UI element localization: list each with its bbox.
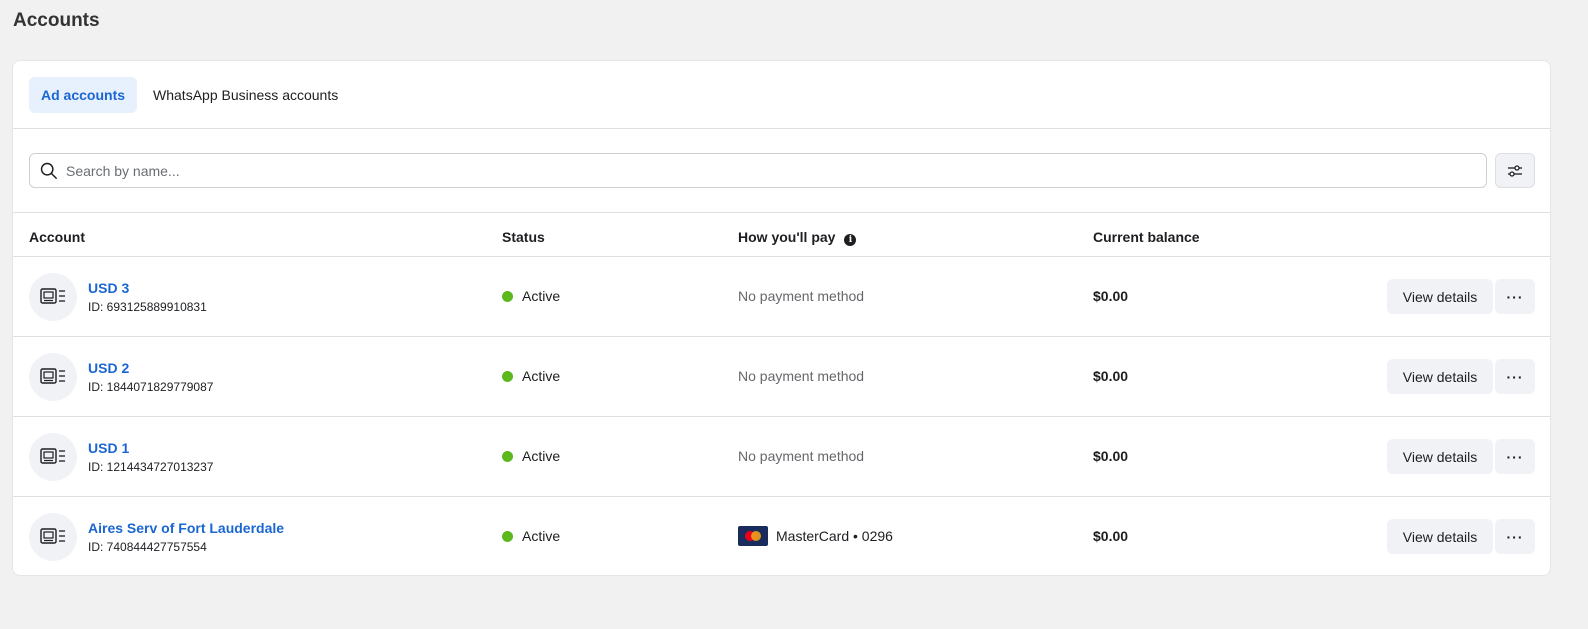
column-header-account: Account: [29, 229, 85, 245]
status-badge: Active: [502, 528, 560, 544]
status-label: Active: [522, 368, 561, 384]
account-id: ID: 740844427757554: [88, 540, 207, 554]
status-label: Active: [522, 288, 561, 304]
avatar: [29, 433, 77, 481]
page-title: Accounts: [13, 10, 100, 31]
more-options-button[interactable]: ···: [1495, 279, 1535, 314]
status-badge: Active: [502, 448, 560, 464]
table-row: USD 2 ID: 1844071829779087 Active No pay…: [13, 337, 1550, 417]
account-name-link[interactable]: USD 3: [88, 280, 129, 296]
avatar: [29, 273, 77, 321]
ad-account-icon: [40, 368, 65, 384]
filter-button[interactable]: [1495, 153, 1535, 188]
account-id: ID: 1844071829779087: [88, 380, 214, 394]
info-icon[interactable]: i: [844, 234, 857, 246]
search-icon: [40, 162, 57, 179]
current-balance: $0.00: [1093, 368, 1129, 384]
status-label: Active: [522, 448, 561, 464]
filter-sliders-icon: [1508, 164, 1522, 177]
table-row: USD 1 ID: 1214434727013237 Active No pay…: [13, 417, 1550, 497]
more-horizontal-icon: ···: [1506, 528, 1524, 545]
table-row: Aires Serv of Fort Lauderdale ID: 740844…: [13, 497, 1550, 577]
account-id: ID: 693125889910831: [88, 300, 207, 314]
account-name-link[interactable]: Aires Serv of Fort Lauderdale: [88, 520, 284, 536]
avatar: [29, 513, 77, 561]
status-dot: [502, 290, 513, 302]
tab-whatsapp-business-accounts[interactable]: WhatsApp Business accounts: [141, 77, 350, 113]
status-label: Active: [522, 528, 561, 544]
ad-account-icon: [40, 448, 65, 464]
more-horizontal-icon: ···: [1506, 448, 1524, 465]
search-row: [13, 129, 1550, 213]
current-balance: $0.00: [1093, 448, 1129, 464]
account-name-link[interactable]: USD 1: [88, 440, 129, 456]
column-header-pay: How you'll pay i: [738, 229, 857, 246]
column-header-status: Status: [502, 229, 545, 245]
more-options-button[interactable]: ···: [1495, 359, 1535, 394]
search-input[interactable]: [66, 162, 1486, 179]
status-dot: [502, 450, 513, 462]
more-horizontal-icon: ···: [1506, 288, 1524, 305]
payment-method: No payment method: [738, 368, 865, 384]
status-dot: [502, 370, 513, 382]
mastercard-icon: [738, 526, 768, 546]
account-name-link[interactable]: USD 2: [88, 360, 129, 376]
view-details-button[interactable]: View details: [1387, 439, 1493, 474]
status-dot: [502, 530, 513, 542]
ad-account-icon: [40, 288, 65, 304]
current-balance: $0.00: [1093, 288, 1129, 304]
more-horizontal-icon: ···: [1506, 368, 1524, 385]
view-details-button[interactable]: View details: [1387, 519, 1493, 554]
accounts-card: Ad accounts WhatsApp Business accounts A…: [12, 60, 1551, 576]
payment-method: MasterCard • 0296: [738, 526, 893, 546]
status-badge: Active: [502, 368, 560, 384]
status-badge: Active: [502, 288, 560, 304]
payment-method: No payment method: [738, 448, 865, 464]
column-header-pay-label: How you'll pay: [738, 229, 836, 245]
column-header-balance: Current balance: [1093, 229, 1200, 245]
payment-method-label: MasterCard • 0296: [776, 528, 893, 544]
table-header: Account Status How you'll pay i Current b…: [13, 213, 1550, 257]
payment-method: No payment method: [738, 288, 865, 304]
more-options-button[interactable]: ···: [1495, 519, 1535, 554]
avatar: [29, 353, 77, 401]
search-box[interactable]: [29, 153, 1487, 188]
ad-account-icon: [40, 528, 65, 544]
tab-ad-accounts[interactable]: Ad accounts: [29, 76, 138, 113]
account-id: ID: 1214434727013237: [88, 460, 214, 474]
current-balance: $0.00: [1093, 528, 1129, 544]
table-row: USD 3 ID: 693125889910831 Active No paym…: [13, 257, 1550, 337]
more-options-button[interactable]: ···: [1495, 439, 1535, 474]
tab-bar: Ad accounts WhatsApp Business accounts: [13, 61, 1550, 129]
view-details-button[interactable]: View details: [1387, 279, 1493, 314]
view-details-button[interactable]: View details: [1387, 359, 1493, 394]
